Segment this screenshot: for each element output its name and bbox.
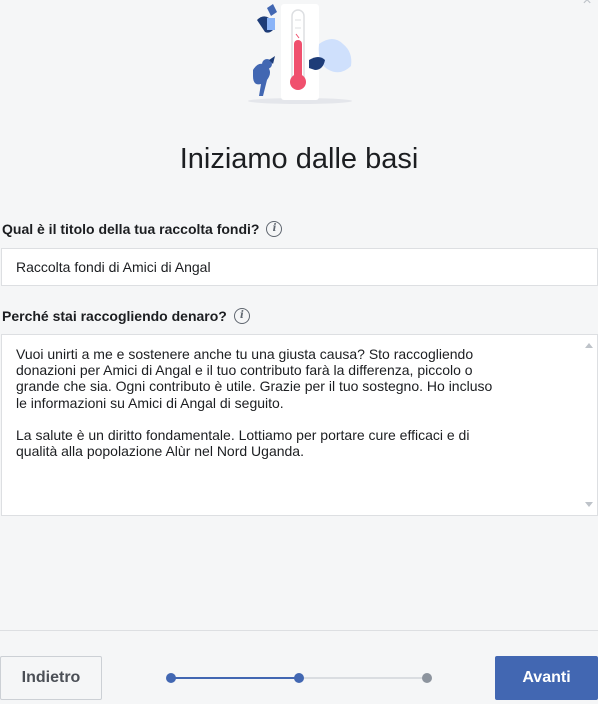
fundraiser-title-label-text: Qual è il titolo della tua raccolta fond… — [2, 221, 260, 237]
info-icon[interactable]: i — [266, 221, 283, 237]
fundraiser-title-input[interactable] — [1, 248, 598, 286]
progress-step-1 — [166, 673, 176, 683]
back-button[interactable]: Indietro — [0, 656, 102, 700]
progress-step-3 — [422, 673, 432, 683]
fundraiser-title-label: Qual è il titolo della tua raccolta fond… — [2, 221, 283, 237]
thermometer-illustration — [235, 0, 365, 108]
progress-stepper — [166, 672, 432, 684]
reason-text[interactable]: Vuoi unirti a me e sostenere anche tu un… — [16, 346, 536, 459]
progress-track-completed — [171, 677, 299, 679]
info-icon[interactable]: i — [233, 308, 250, 324]
reason-textarea[interactable]: Vuoi unirti a me e sostenere anche tu un… — [1, 334, 598, 516]
fundraiser-title-field[interactable] — [2, 249, 597, 285]
dialog-title: Iniziamo dalle basi — [179, 143, 419, 175]
close-icon[interactable]: × — [580, 0, 594, 9]
progress-step-2 — [294, 673, 304, 683]
reason-label-text: Perché stai raccogliendo denaro? — [2, 308, 227, 324]
scroll-up-icon[interactable] — [585, 343, 593, 348]
textarea-scrollbar[interactable] — [581, 335, 597, 515]
reason-label: Perché stai raccogliendo denaro? i — [2, 308, 250, 324]
scroll-down-icon[interactable] — [585, 502, 593, 507]
progress-track-remaining — [299, 677, 427, 679]
next-button[interactable]: Avanti — [495, 656, 598, 700]
